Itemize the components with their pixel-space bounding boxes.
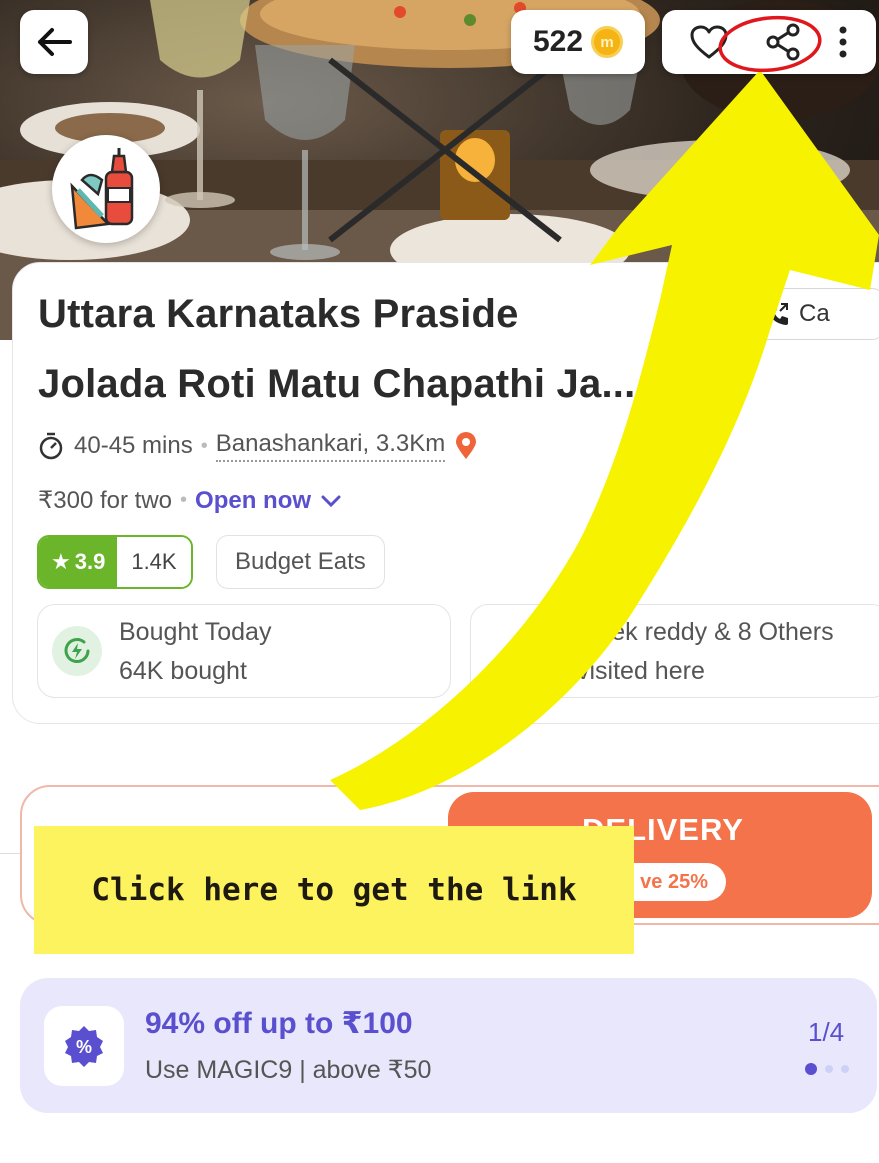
share-button[interactable] [763,22,803,62]
offer-carousel-dots[interactable] [805,1063,849,1075]
share-icon [766,23,800,61]
header-actions [662,10,876,74]
price-status-row: ₹300 for two • Open now [38,486,341,515]
location-pin-icon [456,432,477,459]
bought-today-title: Bought Today [119,618,272,646]
visited-value: visited here [577,657,705,685]
star-icon: ★ [51,549,71,574]
separator-dot: • [180,489,188,511]
restaurant-name-line1: Uttara Karnataks Praside [38,292,519,336]
call-button[interactable]: Ca [746,288,879,340]
location-text[interactable]: Banashankari, 3.3Km [215,430,446,462]
favorite-button[interactable] [689,24,729,60]
carousel-dot [841,1065,849,1073]
offer-subtitle: Use MAGIC9 | above ₹50 [145,1056,432,1084]
arrow-left-icon [38,28,72,56]
discount-badge-icon: % [65,1026,103,1067]
restaurant-logo [52,135,160,243]
delivery-time: 40-45 mins [74,432,193,459]
more-vertical-icon [839,26,847,58]
annotation-text: Click here to get the link [91,872,577,908]
call-label: Ca [799,300,830,327]
offer-banner[interactable] [20,978,877,1113]
phone-icon [768,303,788,325]
rating-value-box: ★ 3.9 [39,537,118,587]
visited-title: Vivek reddy & 8 Others [577,618,834,646]
chevron-down-icon[interactable] [321,494,341,508]
offer-icon-box: % [44,1006,124,1086]
more-options-button[interactable] [837,24,849,60]
coin-icon: m [591,26,624,58]
carousel-dot [825,1065,833,1073]
fastfood-logo-icon [70,148,134,230]
timer-icon [39,432,63,460]
carousel-dot-active [805,1063,817,1075]
annotation-note: Click here to get the link [34,826,634,954]
open-status[interactable]: Open now [195,487,311,515]
offer-title: 94% off up to ₹100 [145,1007,413,1040]
visitors-avatar-count: 8 [510,628,560,678]
coins-balance-button[interactable]: 522 m [511,10,645,74]
lightning-icon [52,626,102,676]
divider [0,853,20,854]
rating-badge[interactable]: ★ 3.9 1.4K [37,535,193,589]
coins-count: 522 [532,25,584,58]
restaurant-name-line2: Jolada Roti Matu Chapathi Ja... [38,362,636,406]
delivery-meta: 40-45 mins • Banashankari, 3.3Km [38,430,477,462]
separator-dot: • [200,434,208,457]
rating-count: 1.4K [117,537,191,587]
bought-today-value: 64K bought [119,657,247,685]
heart-icon [690,25,728,59]
price-for-two: ₹300 for two [38,487,173,514]
category-tag[interactable]: Budget Eats [216,535,385,589]
back-button[interactable] [20,10,88,74]
offer-pagination: 1/4 [808,1017,845,1047]
rating-value: 3.9 [74,549,106,574]
discount-icon-text: % [76,1037,92,1057]
